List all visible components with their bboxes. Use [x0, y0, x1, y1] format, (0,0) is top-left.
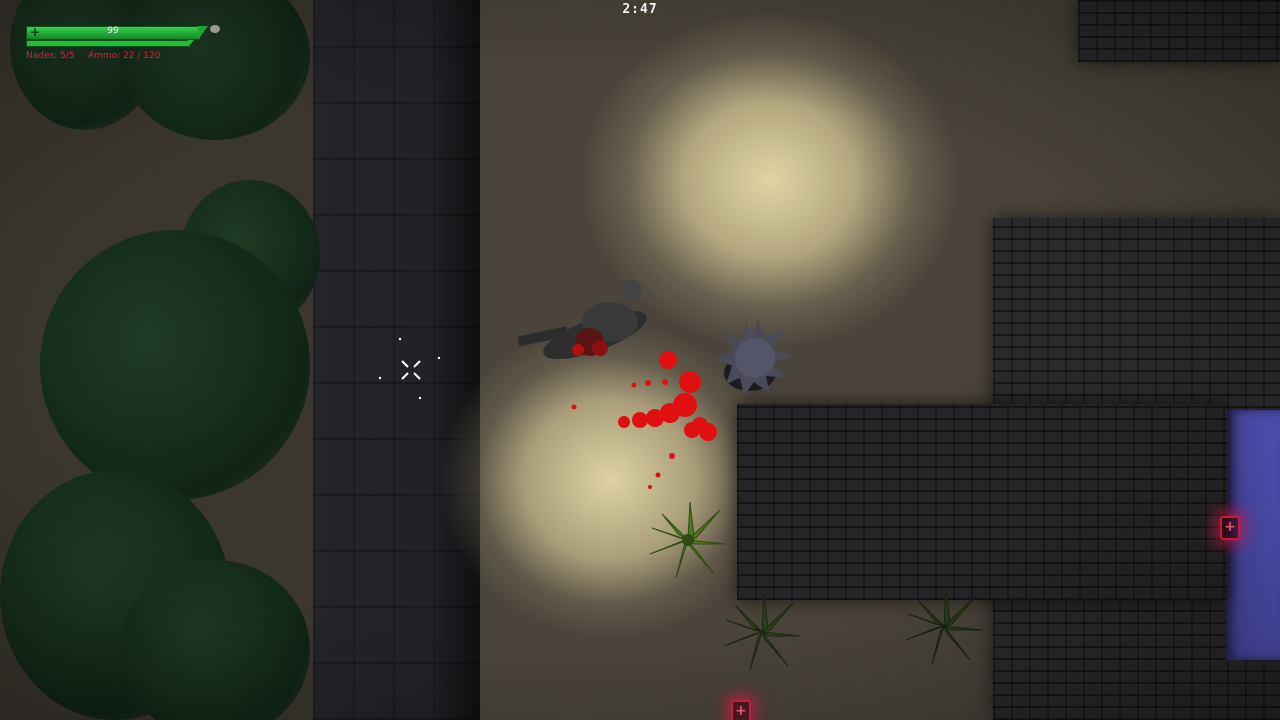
medkit-icon[interactable]: +: [731, 700, 751, 720]
player-hud: + 99 Nades: 5/5 Ammo: 22 / 120: [24, 24, 234, 64]
grenade-icon: [210, 25, 220, 33]
combat-sprites: [517, 280, 792, 489]
round-timer: 2:47: [622, 2, 658, 17]
dead-zombie: [517, 280, 647, 360]
nades-counter: Nades: 5/5: [26, 51, 75, 61]
ammo-counter: Ammo: 22 / 120: [88, 51, 161, 61]
blood-splatter: [571, 351, 717, 489]
medkit-icon[interactable]: +: [1220, 516, 1240, 540]
building-roof-top: [1078, 0, 1280, 62]
stamina-bar: [26, 40, 190, 47]
spiky-enemy: [716, 318, 792, 396]
dirt-ground: [0, 0, 315, 720]
health-bar-cap: [198, 26, 208, 40]
game-scene[interactable]: + + + 99 Nades: 5/5 Ammo: 22 / 120 2:47: [0, 0, 1280, 720]
health-value: 99: [107, 26, 119, 36]
stamina-bar-cap: [188, 40, 194, 47]
health-bar: + 99: [26, 25, 200, 40]
aim-particles: [378, 337, 441, 400]
